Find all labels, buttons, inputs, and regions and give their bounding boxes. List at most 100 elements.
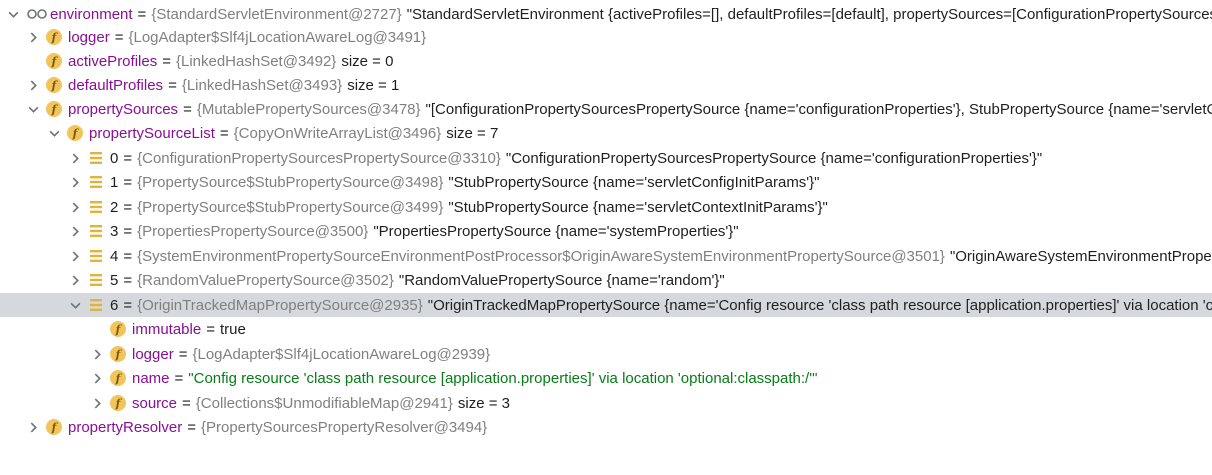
var-desc: "OriginTrackedMapPropertySource {name='C… (427, 296, 1212, 314)
item-index: 6 (110, 296, 119, 314)
field-icon: f (110, 346, 126, 362)
chevron-right-icon[interactable] (68, 244, 82, 268)
tree-row-item-2[interactable]: 2 = {PropertySource$StubPropertySource@3… (0, 195, 1212, 219)
tree-row-item-3[interactable]: 3 = {PropertiesPropertySource@3500} "Pro… (0, 219, 1212, 243)
var-desc: "StubPropertySource {name='servletConfig… (448, 173, 820, 191)
chevron-right-icon[interactable] (68, 195, 82, 219)
equals-sign: = (114, 28, 124, 46)
tree-row-propertySources[interactable]: f propertySources = {MutablePropertySour… (0, 97, 1212, 121)
chevron-right-icon[interactable] (90, 342, 104, 366)
var-ref: {CopyOnWriteArrayList@3496} (233, 124, 442, 142)
item-index: 0 (110, 149, 119, 167)
var-value: true (219, 320, 246, 338)
tree-row-source[interactable]: f source = {Collections$UnmodifiableMap@… (0, 391, 1212, 415)
var-desc: "[ConfigurationPropertySourcesPropertySo… (425, 100, 1212, 118)
var-name: logger (132, 345, 174, 363)
var-ref: {SystemEnvironmentPropertySourceEnvironm… (137, 247, 945, 265)
tree-row-logger[interactable]: f logger = {LogAdapter$Slf4jLocationAwar… (0, 25, 1212, 49)
chevron-right-icon[interactable] (90, 366, 104, 390)
field-icon: f (46, 101, 62, 117)
var-name: propertySources (68, 100, 179, 118)
var-ref: {PropertySource$StubPropertySource@3499} (137, 198, 444, 216)
chevron-right-icon[interactable] (26, 415, 40, 439)
var-string-value: "Config resource 'class path resource [a… (188, 369, 818, 387)
equals-sign: = (174, 369, 184, 387)
tree-row-name[interactable]: f name = "Config resource 'class path re… (0, 366, 1212, 390)
equals-sign: = (178, 345, 188, 363)
chevron-right-icon[interactable] (90, 391, 104, 415)
var-ref: {PropertySource$StubPropertySource@3498} (137, 173, 444, 191)
var-ref: {PropertiesPropertySource@3500} (137, 222, 369, 240)
var-desc: "ConfigurationPropertySourcesPropertySou… (505, 149, 1043, 167)
list-item-icon (88, 249, 104, 263)
var-name: name (132, 369, 170, 387)
tree-row-item-5[interactable]: 5 = {RandomValuePropertySource@3502} "Ra… (0, 268, 1212, 292)
item-index: 2 (110, 198, 119, 216)
var-desc: size = 0 (341, 52, 394, 70)
tree-row-item-1[interactable]: 1 = {PropertySource$StubPropertySource@3… (0, 170, 1212, 194)
var-ref: {Collections$UnmodifiableMap@2941} (195, 394, 453, 412)
var-ref: {StandardServletEnvironment@2727} (151, 5, 402, 23)
field-icon: f (67, 125, 83, 141)
tree-row-immutable[interactable]: f immutable = true (0, 317, 1212, 341)
var-name: propertySourceList (89, 124, 215, 142)
var-desc: "StandardServletEnvironment {activeProfi… (406, 5, 1212, 23)
list-item-icon (88, 175, 104, 189)
list-item-icon (88, 224, 104, 238)
var-ref: {MutablePropertySources@3478} (196, 100, 421, 118)
field-icon: f (110, 395, 126, 411)
tree-row-defaultProfiles[interactable]: f defaultProfiles = {LinkedHashSet@3493}… (0, 73, 1212, 97)
chevron-down-icon[interactable] (68, 293, 82, 317)
equals-sign: = (206, 320, 215, 338)
equals-sign: = (187, 418, 196, 436)
var-ref: {ConfigurationPropertySourcesPropertySou… (137, 149, 501, 167)
var-ref: {LogAdapter$Slf4jLocationAwareLog@2939} (192, 345, 491, 363)
var-name: defaultProfiles (68, 76, 164, 94)
equals-sign: = (183, 100, 192, 118)
field-icon: f (46, 419, 62, 435)
var-name: immutable (132, 320, 202, 338)
var-name: logger (68, 28, 110, 46)
var-ref: {LinkedHashSet@3492} (175, 52, 337, 70)
watch-glasses-icon (26, 8, 48, 20)
var-ref: {LinkedHashSet@3493} (181, 76, 343, 94)
var-ref: {LogAdapter$Slf4jLocationAwareLog@3491} (128, 28, 427, 46)
equals-sign: = (137, 5, 147, 23)
chevron-right-icon[interactable] (68, 219, 82, 243)
chevron-right-icon[interactable] (68, 268, 82, 292)
var-desc: "RandomValuePropertySource {name='random… (398, 271, 725, 289)
equals-sign: = (123, 222, 133, 240)
var-desc: "OriginAwareSystemEnvironmentPropertySou… (949, 247, 1212, 265)
tree-row-propertySourceList[interactable]: f propertySourceList = {CopyOnWriteArray… (0, 121, 1212, 145)
field-icon: f (110, 370, 126, 386)
equals-sign: = (123, 149, 133, 167)
tree-row-environment[interactable]: environment = {StandardServletEnvironmen… (0, 2, 1212, 26)
debugger-variables-tree: environment = {StandardServletEnvironmen… (0, 0, 1212, 475)
var-desc: "StubPropertySource {name='servletContex… (448, 198, 828, 216)
chevron-right-icon[interactable] (26, 25, 40, 49)
tree-row-item-0[interactable]: 0 = {ConfigurationPropertySourcesPropert… (0, 146, 1212, 170)
equals-sign: = (182, 394, 191, 412)
list-item-icon (88, 151, 104, 165)
var-desc: size = 1 (347, 76, 400, 94)
item-index: 5 (110, 271, 119, 289)
var-name: environment (50, 5, 133, 23)
chevron-right-icon[interactable] (26, 73, 40, 97)
chevron-right-icon[interactable] (68, 170, 82, 194)
tree-row-activeProfiles[interactable]: f activeProfiles = {LinkedHashSet@3492} … (0, 49, 1212, 73)
chevron-down-icon[interactable] (26, 97, 40, 121)
equals-sign: = (123, 173, 133, 191)
chevron-down-icon[interactable] (6, 2, 20, 26)
tree-row-item-6-selected[interactable]: 6 = {OriginTrackedMapPropertySource@2935… (0, 293, 1212, 317)
var-desc: "PropertiesPropertySource {name='systemP… (373, 222, 739, 240)
field-icon: f (46, 77, 62, 93)
tree-row-item-4[interactable]: 4 = {SystemEnvironmentPropertySourceEnvi… (0, 244, 1212, 268)
var-name: source (132, 394, 178, 412)
field-icon: f (46, 29, 62, 45)
chevron-down-icon[interactable] (47, 121, 61, 145)
equals-sign: = (123, 247, 133, 265)
tree-row-propertyResolver[interactable]: f propertyResolver = {PropertySourcesPro… (0, 415, 1212, 439)
chevron-right-icon[interactable] (68, 146, 82, 170)
list-item-icon (88, 200, 104, 214)
tree-row-inner-logger[interactable]: f logger = {LogAdapter$Slf4jLocationAwar… (0, 342, 1212, 366)
